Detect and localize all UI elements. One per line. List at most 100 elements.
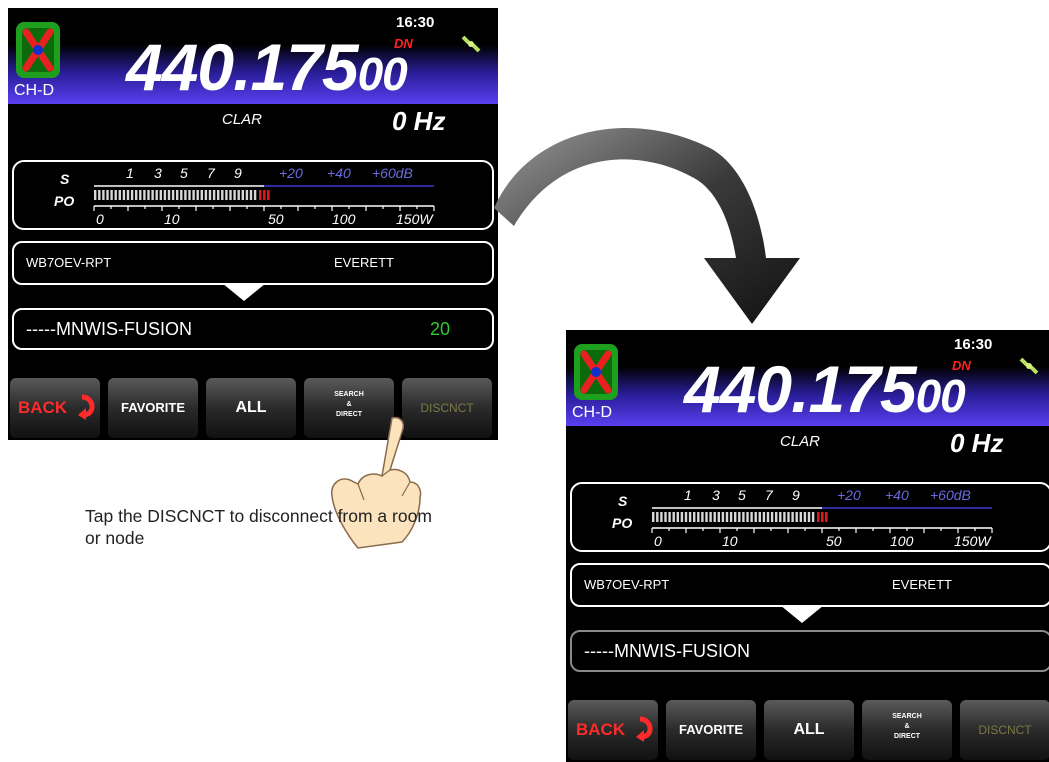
station-location: EVERETT [334, 255, 394, 270]
s-scale-label: 7 [207, 165, 216, 181]
favorite-button[interactable]: FAVORITE [666, 700, 756, 760]
clock-time: 16:30 [396, 14, 435, 31]
station-row[interactable]: WB7OEV-RPT EVERETT [570, 563, 1049, 607]
meter-segment [754, 512, 757, 522]
disconnect-label: DISCNCT [978, 723, 1032, 737]
meter-segment [114, 190, 117, 200]
meter-peak-segment [817, 512, 820, 522]
meter-segment [139, 190, 142, 200]
meter-segment [656, 512, 659, 522]
meter-segment [750, 512, 753, 522]
wires-x-logo-icon [574, 344, 618, 400]
s-scale-label: +20 [279, 165, 303, 181]
po-scale-label: 150W [396, 211, 434, 227]
meter-segment [688, 512, 692, 522]
meter-segment [664, 512, 667, 522]
room-row[interactable]: -----MNWIS-FUSION 20 [12, 308, 494, 350]
favorite-label: FAVORITE [120, 400, 186, 415]
meter-segment [799, 512, 802, 522]
meter-peak-segment [825, 512, 828, 522]
po-scale-label: 0 [654, 533, 662, 549]
po-scale-label: 150W [954, 533, 992, 549]
meter-segment [684, 512, 688, 522]
s-scale-label: +20 [837, 487, 861, 503]
meter-segment [738, 512, 741, 522]
meter-segment [155, 190, 158, 200]
signal-meter: S PO 1 3 5 7 9 +20 +40 +60dB 0 10 50 100 150W [12, 160, 494, 230]
meter-segment [196, 190, 199, 200]
meter-segment [102, 190, 105, 200]
s-scale-label: 1 [684, 487, 692, 503]
s-scale-label: 7 [765, 487, 774, 503]
meter-segment [693, 512, 696, 522]
meter-peak-segment [267, 190, 270, 200]
meter-segment [766, 512, 770, 522]
meter-segment [237, 190, 240, 200]
meter-segment [122, 190, 126, 200]
back-label: BACK [18, 398, 68, 417]
back-button[interactable]: BACK [10, 378, 100, 438]
meter-segment [680, 512, 684, 522]
meter-segment [795, 512, 798, 522]
meter-segment [253, 190, 257, 200]
curved-arrow-icon [494, 128, 800, 324]
meter-peak-segment [259, 190, 262, 200]
radio-screen-after: CH-D 16:30 440.17500 DN CLAR 0 Hz S PO 1 3 5… [566, 330, 1049, 762]
meter-segment [94, 190, 97, 200]
meter-segment [171, 190, 175, 200]
mode-badge: DN [952, 358, 971, 373]
instruction-caption: Tap the DISCNCT to disconnect from a roo… [85, 506, 432, 548]
back-button[interactable]: BACK [568, 700, 658, 760]
clar-value: 0 Hz [392, 106, 446, 136]
meter-segment [705, 512, 708, 522]
channel-label: CH-D [14, 82, 54, 99]
s-scale-label: +40 [885, 487, 909, 503]
meter-segment [188, 190, 191, 200]
meter-segment [143, 190, 146, 200]
all-button[interactable]: ALL [764, 700, 854, 760]
po-scale-label: 100 [890, 533, 914, 549]
all-button[interactable]: ALL [206, 378, 296, 438]
room-name: -----MNWIS-FUSION [26, 319, 192, 339]
meter-segment [176, 190, 179, 200]
frequency-main: 440.175 [126, 30, 359, 104]
disconnect-button[interactable]: DISCNCT [960, 700, 1049, 760]
meter-segment [184, 190, 187, 200]
s-scale-label: +40 [327, 165, 351, 181]
meter-segment [811, 512, 815, 522]
meter-segment [725, 512, 729, 522]
connection-pointer [222, 283, 266, 301]
po-scale-label: 50 [826, 533, 842, 549]
room-row[interactable]: -----MNWIS-FUSION [570, 630, 1049, 672]
meter-segment [758, 512, 761, 522]
meter-graphic: S PO 1 3 5 7 9 +20 +40 +60dB 0 10 50 100 150W [612, 487, 993, 549]
meter-segment [221, 190, 224, 200]
meter-segment [106, 190, 109, 200]
favorite-button[interactable]: FAVORITE [108, 378, 198, 438]
s-scale-label: +60dB [372, 165, 413, 181]
favorite-label: FAVORITE [678, 722, 744, 737]
s-scale-label: 9 [234, 165, 242, 181]
meter-segment [167, 190, 171, 200]
meter-segment [775, 512, 778, 522]
satellite-icon [461, 35, 481, 53]
station-row[interactable]: WB7OEV-RPT EVERETT [12, 241, 494, 285]
clock-time: 16:30 [954, 336, 993, 353]
all-label: ALL [793, 721, 825, 738]
po-scale-label: 0 [96, 211, 104, 227]
back-arrow-icon [78, 394, 95, 420]
meter-segment [200, 190, 203, 200]
meter-segment [807, 512, 811, 522]
search-direct-button[interactable]: SEARCH & DIRECT [862, 700, 952, 760]
meter-segment [742, 512, 745, 522]
frequency-display: 440.17500 [684, 356, 966, 429]
clar-value: 0 Hz [950, 428, 1004, 458]
meter-segment [709, 512, 712, 522]
meter-segment [746, 512, 749, 522]
meter-segment [163, 190, 167, 200]
meter-segment [159, 190, 162, 200]
po-scale-label: 10 [722, 533, 738, 549]
meter-segment [734, 512, 737, 522]
po-label: PO [54, 193, 74, 209]
meter-peak-segment [821, 512, 824, 522]
